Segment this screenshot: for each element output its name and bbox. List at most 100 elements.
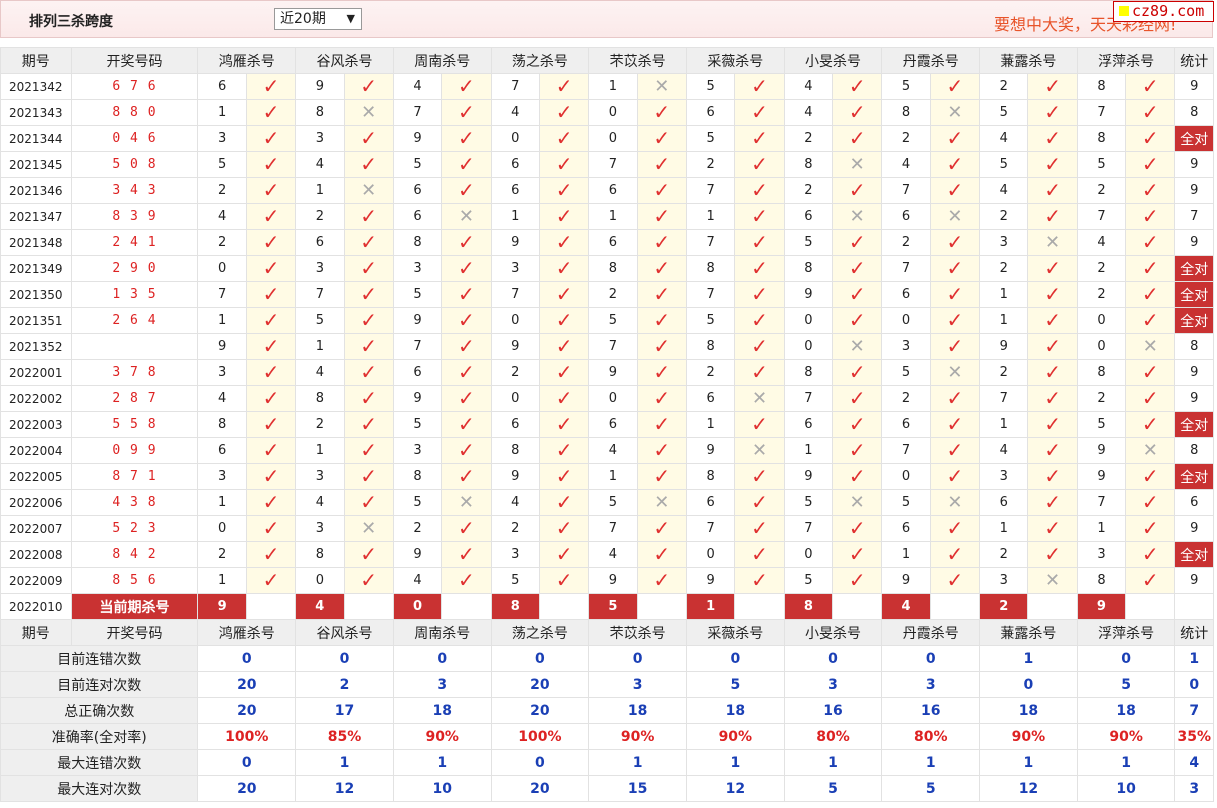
result-mark: ✓ <box>734 125 785 152</box>
check-icon: ✓ <box>1141 74 1159 98</box>
result-mark: ✓ <box>636 359 687 386</box>
kill-number: 2 <box>588 281 638 308</box>
result-mark: ✓ <box>1027 359 1078 386</box>
summary-value: 90% <box>588 723 687 750</box>
col-header-expert[interactable]: 芣苡杀号 <box>588 619 687 646</box>
check-icon: ✓ <box>848 568 866 592</box>
col-header-expert[interactable]: 浮萍杀号 <box>1076 47 1176 74</box>
all-correct-badge: 全对 <box>1174 307 1214 334</box>
result-mark: ✓ <box>538 99 590 126</box>
kill-number: 1 <box>197 567 247 594</box>
kill-number: 3 <box>295 255 345 282</box>
kill-number: 1 <box>197 99 247 126</box>
period-select[interactable]: 近20期 ▼ <box>274 8 362 30</box>
col-header-expert[interactable]: 采薇杀号 <box>685 47 785 74</box>
col-header-expert[interactable]: 芣苡杀号 <box>588 47 687 74</box>
current-empty-cell <box>1125 593 1176 620</box>
col-header-expert[interactable]: 鸿雁杀号 <box>197 619 297 646</box>
stat-cell: 9 <box>1174 229 1214 256</box>
check-icon: ✓ <box>360 230 378 254</box>
result-mark: ✓ <box>636 177 687 204</box>
result-mark: ✓ <box>245 541 297 568</box>
kill-number: 3 <box>1076 541 1127 568</box>
kill-number: 7 <box>783 385 834 412</box>
brand-logo[interactable]: cz89.com <box>1113 1 1214 22</box>
result-mark: ✓ <box>1125 567 1176 594</box>
result-mark: ✓ <box>245 151 297 178</box>
col-header-expert[interactable]: 蒹露杀号 <box>979 47 1078 74</box>
current-kill-number: 4 <box>881 593 931 620</box>
col-header-expert[interactable]: 丹霞杀号 <box>881 47 981 74</box>
kill-number: 7 <box>881 177 931 204</box>
kill-number: 6 <box>685 99 736 126</box>
col-header-expert[interactable]: 谷风杀号 <box>295 47 394 74</box>
col-header-expert[interactable]: 周南杀号 <box>392 47 492 74</box>
check-icon: ✓ <box>262 178 280 202</box>
col-header-expert[interactable]: 丹霞杀号 <box>881 619 981 646</box>
check-icon: ✓ <box>262 126 280 150</box>
result-mark: ✓ <box>734 307 785 334</box>
check-icon: ✓ <box>848 74 866 98</box>
check-icon: ✓ <box>1141 282 1159 306</box>
col-header-expert[interactable]: 周南杀号 <box>392 619 492 646</box>
current-kill-number: 8 <box>490 593 540 620</box>
kill-number: 6 <box>685 385 736 412</box>
kill-number: 5 <box>783 229 834 256</box>
kill-number: 7 <box>979 385 1029 412</box>
col-header-expert[interactable]: 采薇杀号 <box>685 619 785 646</box>
col-header-expert[interactable]: 蒹露杀号 <box>979 619 1078 646</box>
check-icon: ✓ <box>751 204 768 228</box>
kill-number: 4 <box>588 541 638 568</box>
result-mark: ✓ <box>538 567 590 594</box>
summary-value: 12 <box>295 775 394 802</box>
current-kill-number: 2 <box>979 593 1029 620</box>
check-icon: ✓ <box>555 230 573 254</box>
issue-cell: 2022006 <box>0 489 72 516</box>
summary-row: 准确率(全对率) 100% 85% 90% 100% 90% 90% 80% 80% 90% 90%… <box>0 723 1214 750</box>
summary-value: 1 <box>783 749 883 776</box>
check-icon: ✓ <box>653 126 671 150</box>
result-mark: ✓ <box>441 151 492 178</box>
summary-row: 最大连对次数 20 12 10 20 15 12 5 5 12 10 3 <box>0 775 1214 802</box>
col-header-expert[interactable]: 荡之杀号 <box>490 619 590 646</box>
check-icon: ✓ <box>262 412 280 436</box>
kill-number: 7 <box>1076 203 1127 230</box>
kill-number: 1 <box>979 515 1029 542</box>
col-header-expert[interactable]: 鸿雁杀号 <box>197 47 297 74</box>
result-mark: ✓ <box>538 73 590 100</box>
summary-label: 准确率(全对率) <box>0 723 199 750</box>
check-icon: ✓ <box>1044 516 1061 540</box>
result-mark: ✓ <box>1027 203 1078 230</box>
check-icon: ✓ <box>1044 100 1061 124</box>
result-mark: ✕ <box>441 489 492 516</box>
col-header-expert[interactable]: 小旻杀号 <box>783 619 883 646</box>
col-header-expert[interactable]: 谷风杀号 <box>295 619 394 646</box>
result-mark: ✓ <box>929 385 981 412</box>
kill-number: 0 <box>295 567 345 594</box>
result-mark: ✓ <box>538 411 590 438</box>
col-header-expert[interactable]: 荡之杀号 <box>490 47 590 74</box>
result-mark: ✓ <box>1125 385 1176 412</box>
summary-value: 5 <box>783 775 883 802</box>
check-icon: ✓ <box>653 152 671 176</box>
kill-number: 7 <box>881 437 931 464</box>
kill-number: 0 <box>588 99 638 126</box>
result-mark: ✓ <box>929 255 981 282</box>
summary-value: 20 <box>490 775 590 802</box>
kill-number: 5 <box>685 125 736 152</box>
chevron-down-icon: ▼ <box>346 12 355 25</box>
check-icon: ✓ <box>1044 464 1061 488</box>
col-header-expert[interactable]: 浮萍杀号 <box>1076 619 1176 646</box>
table-row: 2022007 5 2 3 0 ✓ 3 ✕ 2 ✓ 2 ✓ 7 ✓ 7 ✓ 7 ✓ 6 ✓ 1 ✓ 1 ✓ 9 <box>0 515 1214 542</box>
summary-value: 20 <box>490 671 590 698</box>
result-mark: ✓ <box>636 333 687 360</box>
kill-number: 3 <box>295 463 345 490</box>
col-header-expert[interactable]: 小旻杀号 <box>783 47 883 74</box>
summary-value: 3 <box>588 671 687 698</box>
kill-number: 6 <box>490 177 540 204</box>
result-mark: ✕ <box>929 359 981 386</box>
stat-cell: 8 <box>1174 437 1214 464</box>
check-icon: ✓ <box>1141 204 1159 228</box>
current-kill-number: 5 <box>588 593 638 620</box>
summary-row: 总正确次数 20 17 18 20 18 18 16 16 18 18 7 <box>0 697 1214 724</box>
